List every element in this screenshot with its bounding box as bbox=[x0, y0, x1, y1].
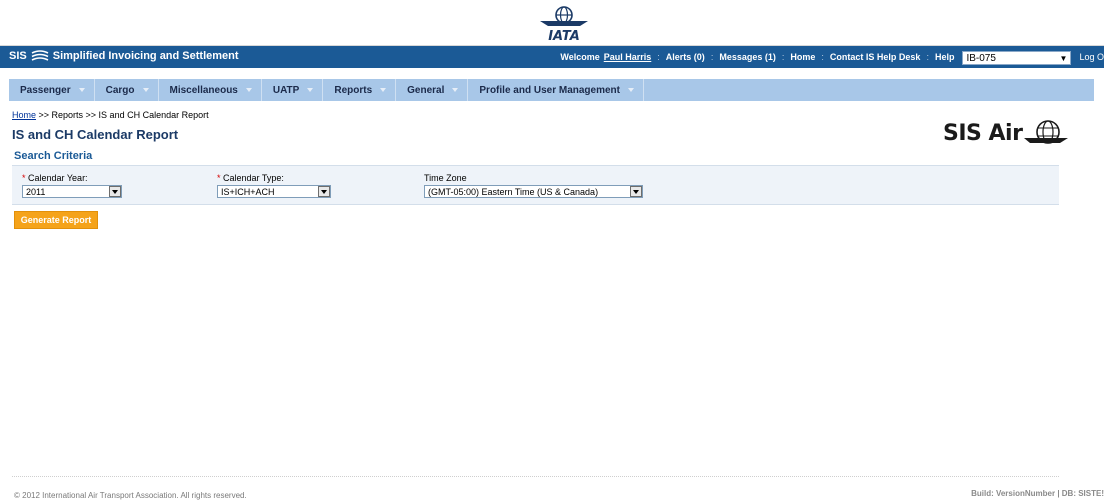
sis-air-logo: SIS Air bbox=[943, 116, 1070, 150]
chevron-down-icon bbox=[245, 88, 252, 92]
nav-miscellaneous[interactable]: Miscellaneous bbox=[159, 79, 262, 101]
logout-link[interactable]: Log O bbox=[1079, 52, 1104, 62]
nav-general[interactable]: General bbox=[396, 79, 469, 101]
iata-text: IATA bbox=[548, 29, 580, 44]
calendar-type-value: IS+ICH+ACH bbox=[221, 186, 275, 197]
member-code-select[interactable]: IB-075 ▼ bbox=[962, 51, 1072, 65]
globe-plane-icon bbox=[1024, 120, 1069, 144]
calendar-year-label: * Calendar Year: bbox=[22, 173, 88, 183]
footer-divider bbox=[12, 476, 1059, 477]
header-links: Welcome Paul Harris : Alerts (0) : Messa… bbox=[560, 50, 1104, 65]
page-title: IS and CH Calendar Report bbox=[12, 127, 179, 142]
chevron-down-icon bbox=[142, 88, 149, 92]
separator: : bbox=[710, 52, 714, 62]
calendar-year-field: * Calendar Year: 2011 bbox=[22, 173, 122, 198]
sis-logo-icon bbox=[31, 50, 49, 61]
top-banner: IATA bbox=[0, 0, 1104, 46]
app-title: Simplified Invoicing and Settlement bbox=[52, 50, 239, 62]
chevron-down-icon bbox=[78, 88, 85, 92]
nav-uatp[interactable]: UATP bbox=[262, 79, 324, 101]
calendar-type-label: * Calendar Type: bbox=[217, 173, 284, 183]
calendar-type-select[interactable]: IS+ICH+ACH bbox=[217, 185, 331, 198]
user-name-link[interactable]: Paul Harris bbox=[604, 52, 652, 62]
app-sis-label: SIS bbox=[9, 50, 27, 62]
calendar-type-field: * Calendar Type: IS+ICH+ACH bbox=[217, 173, 331, 198]
member-code-value: IB-075 bbox=[966, 52, 996, 64]
chevron-down-icon bbox=[627, 88, 634, 92]
separator: : bbox=[926, 52, 929, 62]
breadcrumb-path: >> Reports >> IS and CH Calendar Report bbox=[36, 110, 209, 120]
separator: : bbox=[821, 52, 824, 62]
separator: : bbox=[657, 52, 660, 62]
alerts-link[interactable]: Alerts (0) bbox=[666, 52, 705, 62]
messages-link[interactable]: Messages (1) bbox=[719, 52, 776, 62]
contact-help-desk-link[interactable]: Contact IS Help Desk bbox=[830, 52, 921, 62]
chevron-down-icon bbox=[109, 186, 121, 197]
iata-logo: IATA bbox=[540, 6, 588, 44]
time-zone-select[interactable]: (GMT-05:00) Eastern Time (US & Canada) bbox=[424, 185, 643, 198]
time-zone-label: Time Zone bbox=[424, 173, 467, 183]
separator: : bbox=[781, 52, 785, 62]
chevron-down-icon bbox=[380, 88, 387, 92]
chevron-down-icon bbox=[307, 88, 314, 92]
nav-passenger[interactable]: Passenger bbox=[9, 79, 95, 101]
calendar-year-value: 2011 bbox=[26, 186, 46, 197]
chevron-down-icon bbox=[452, 88, 459, 92]
nav-cargo[interactable]: Cargo bbox=[95, 79, 159, 101]
chevron-down-icon: ▼ bbox=[1059, 53, 1068, 63]
calendar-year-select[interactable]: 2011 bbox=[22, 185, 122, 198]
copyright-text: © 2012 International Air Transport Assoc… bbox=[14, 491, 247, 500]
chevron-down-icon bbox=[318, 186, 330, 197]
breadcrumb: Home >> Reports >> IS and CH Calendar Re… bbox=[12, 110, 209, 120]
app-brand: SIS Simplified Invoicing and Settlement bbox=[9, 50, 239, 62]
nav-profile-user-management[interactable]: Profile and User Management bbox=[468, 79, 644, 101]
sis-air-logo-text: SIS Air bbox=[943, 120, 1023, 146]
home-link[interactable]: Home bbox=[790, 52, 815, 62]
search-criteria-heading: Search Criteria bbox=[14, 150, 93, 162]
build-info: Build: VersionNumber | DB: SISTE! bbox=[971, 489, 1104, 498]
app-header-bar: SIS Simplified Invoicing and Settlement … bbox=[0, 46, 1104, 68]
generate-report-button[interactable]: Generate Report bbox=[14, 211, 98, 229]
search-criteria-panel: * Calendar Year: 2011 * Calendar Type: I… bbox=[12, 165, 1059, 205]
time-zone-field: Time Zone (GMT-05:00) Eastern Time (US &… bbox=[424, 173, 643, 198]
time-zone-value: (GMT-05:00) Eastern Time (US & Canada) bbox=[428, 186, 599, 197]
breadcrumb-home-link[interactable]: Home bbox=[12, 110, 36, 120]
help-link[interactable]: Help bbox=[935, 52, 955, 62]
chevron-down-icon bbox=[630, 186, 642, 197]
nav-reports[interactable]: Reports bbox=[323, 79, 397, 101]
welcome-text: Welcome bbox=[560, 52, 600, 62]
main-nav: Passenger Cargo Miscellaneous UATP Repor… bbox=[9, 79, 1094, 101]
